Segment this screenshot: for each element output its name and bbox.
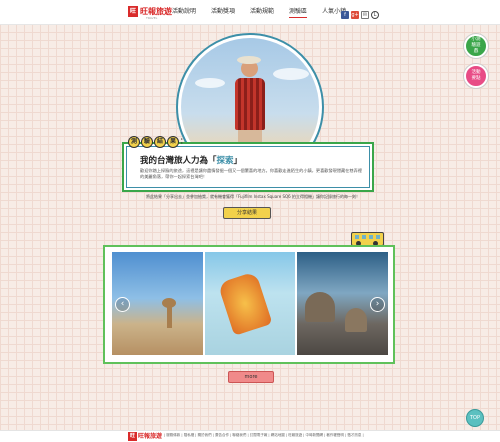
bus-window xyxy=(369,235,373,239)
bus-window xyxy=(376,235,380,239)
cloud-shape xyxy=(273,68,309,80)
traveler-hat xyxy=(237,56,261,64)
bus-window xyxy=(362,235,366,239)
footer-logo[interactable]: 旺 旺報旅遊 xyxy=(128,432,162,441)
result-tag-char: 測 xyxy=(128,136,140,148)
result-tag-char: 果 xyxy=(167,136,179,148)
rock-shape xyxy=(305,292,335,322)
google-plus-icon[interactable]: g+ xyxy=(351,11,359,19)
nav-item-event-info[interactable]: 活動說明 xyxy=(172,7,196,18)
result-title: 我的台灣旅人力為「探索」 xyxy=(140,154,242,166)
quiz-result-card xyxy=(122,142,374,192)
gallery-photo-sky-lantern[interactable] xyxy=(205,252,295,355)
logo-subtitle: TRAVEL xyxy=(146,16,158,20)
event-notes-label: 活動要點 xyxy=(471,70,481,81)
result-description: 歡迎你踏上探險的旅途，這裡是讓你盡情發掘一個又一個驚喜的地方。你喜歡走進陌生的小… xyxy=(140,168,362,179)
rock-shape xyxy=(345,308,367,332)
main-nav: 活動說明 活動獎項 活動規範 測驗區 人氣小鎮 xyxy=(172,7,361,18)
share-note: 將此結果「分享出去」並參加抽獎，就有機會獲得「Fujifilm Instax S… xyxy=(146,194,360,199)
result-tag-char: 驗 xyxy=(141,136,153,148)
cloud-shape xyxy=(195,78,225,88)
mini-quiz-label: 小測驗遊戲 xyxy=(471,37,481,54)
mini-quiz-button[interactable]: 小測驗遊戲 xyxy=(464,34,488,58)
more-button[interactable]: more xyxy=(228,371,274,383)
footer-logo-text: 旺報旅遊 xyxy=(138,433,163,440)
back-to-top-button[interactable]: TOP xyxy=(466,409,484,427)
event-notes-button[interactable]: 活動要點 xyxy=(464,64,488,88)
nav-item-quiz[interactable]: 測驗區 xyxy=(289,7,308,18)
logo-mark: 旺 xyxy=(128,6,139,17)
logo-text: 旺報旅遊 xyxy=(140,7,173,16)
result-tag-char: 結 xyxy=(154,136,166,148)
result-tag: 測 驗 結 果 ： xyxy=(128,136,187,148)
nav-item-rules[interactable]: 活動規範 xyxy=(250,7,274,18)
traveler-shirt xyxy=(235,78,265,130)
sky-lantern-shape xyxy=(217,271,273,336)
social-links: f g+ ✉ L xyxy=(341,11,379,19)
mail-icon[interactable]: ✉ xyxy=(361,11,369,19)
bus-window xyxy=(355,235,359,239)
footer-links[interactable]: | 服務條款 | 隱私權 | 關於我們 | 廣告合作 | 聯絡我們 | 訂閱電子… xyxy=(164,433,374,438)
rock-shape xyxy=(167,306,172,328)
share-result-button[interactable]: 分享結果 xyxy=(223,207,271,219)
gallery-prev-arrow[interactable]: ‹ xyxy=(115,297,130,312)
result-title-suffix: 」 xyxy=(233,156,243,166)
result-tag-colon: ： xyxy=(180,137,187,145)
result-title-highlight: 探索 xyxy=(216,156,234,166)
footer-logo-mark: 旺 xyxy=(128,432,138,441)
result-card-inner-border xyxy=(126,146,370,188)
result-title-prefix: 我的台灣旅人力為「 xyxy=(140,156,217,166)
nav-item-prizes[interactable]: 活動獎項 xyxy=(211,7,235,18)
line-icon[interactable]: L xyxy=(371,11,379,19)
gallery-next-arrow[interactable]: › xyxy=(370,297,385,312)
facebook-icon[interactable]: f xyxy=(341,11,349,19)
